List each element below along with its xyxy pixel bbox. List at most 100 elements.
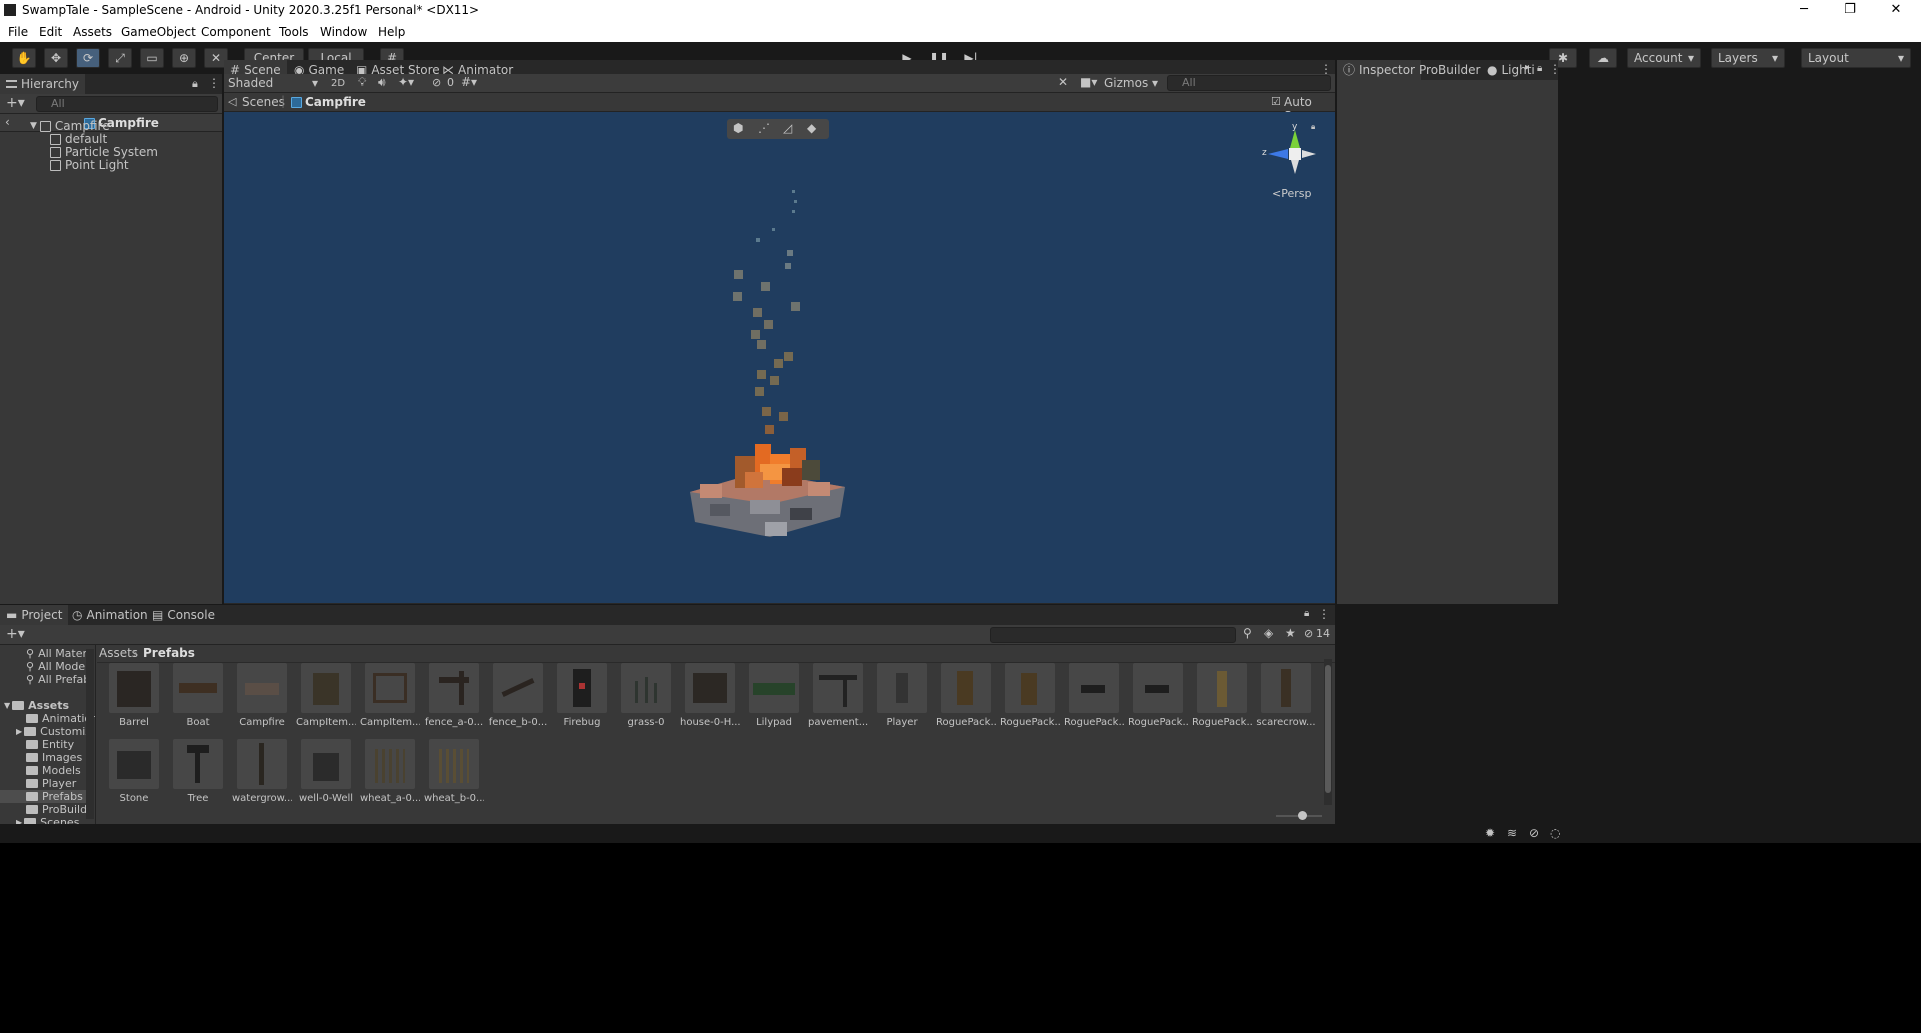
favorite-all-materials[interactable]: ⚲ All Materi xyxy=(26,647,90,660)
layout-dropdown[interactable]: Layout ▾ xyxy=(1801,48,1911,68)
asset-scarecrow[interactable]: scarecrow... xyxy=(1256,663,1316,728)
asset-pavement[interactable]: pavement... xyxy=(808,663,868,728)
breadcrumb-prefabs[interactable]: Prefabs xyxy=(143,646,195,660)
lighting-toggle-icon[interactable]: 💡︎ xyxy=(358,75,366,90)
asset-fence-a[interactable]: fence_a-0... xyxy=(424,663,484,728)
asset-roguepack-4[interactable]: RoguePack... xyxy=(1128,663,1188,728)
asset-lilypad[interactable]: Lilypad xyxy=(744,663,804,728)
asset-wheat-b[interactable]: wheat_b-0... xyxy=(424,739,484,804)
hidden-objects-icon[interactable]: ⊘ xyxy=(432,76,441,89)
scale-tool-icon[interactable]: ⤢ xyxy=(108,48,132,68)
expand-arrow-icon[interactable]: ▶ xyxy=(16,725,22,738)
tree-folder-probuilder[interactable]: ProBuilde xyxy=(26,803,94,816)
menu-assets[interactable]: Assets xyxy=(73,25,112,39)
hand-tool-icon[interactable]: ✋ xyxy=(12,48,36,68)
asset-campfire[interactable]: Campfire xyxy=(232,663,292,728)
lock-icon[interactable]: 🔒︎ xyxy=(1537,63,1542,74)
minimize-button[interactable]: ─ xyxy=(1781,0,1827,22)
create-plus-icon[interactable]: +▾ xyxy=(6,95,25,111)
probuilder-edge-icon[interactable]: ◿ xyxy=(783,121,792,135)
scrollbar-thumb[interactable] xyxy=(1325,665,1331,793)
probuilder-face-icon[interactable]: ◆ xyxy=(807,121,816,135)
more-menu-icon[interactable]: ⋮ xyxy=(208,76,220,90)
tab-lighting[interactable]: ● Lighti xyxy=(1481,60,1541,80)
asset-boat[interactable]: Boat xyxy=(168,663,228,728)
lock-icon[interactable]: 🔒︎ xyxy=(1311,122,1315,132)
asset-wheat-a[interactable]: wheat_a-0... xyxy=(360,739,420,804)
menu-file[interactable]: File xyxy=(8,25,28,39)
cloud-icon[interactable]: ☁ xyxy=(1589,48,1617,68)
transform-tool-icon[interactable]: ⊕ xyxy=(172,48,196,68)
tab-inspector[interactable]: ⓘ Inspector xyxy=(1337,60,1421,80)
tools-icon[interactable]: ✕ xyxy=(1058,75,1068,89)
camera-icon[interactable]: ■▾ xyxy=(1080,75,1097,89)
asset-roguepack-2[interactable]: RoguePack... xyxy=(1000,663,1060,728)
filter-type-icon[interactable]: ⚲ xyxy=(1243,626,1252,640)
shading-mode-dropdown[interactable]: Shaded ▾ xyxy=(226,75,322,92)
campfire-model[interactable] xyxy=(690,442,850,542)
move-tool-icon[interactable]: ✥ xyxy=(44,48,68,68)
auto-generate-lighting-icon[interactable]: ⊘ xyxy=(1529,826,1539,840)
lock-icon[interactable]: 🔒︎ xyxy=(1304,608,1309,619)
favorite-all-models[interactable]: ⚲ All Model xyxy=(26,660,88,673)
asset-campitem-1[interactable]: CampItem... xyxy=(296,663,356,728)
asset-roguepack-1[interactable]: RoguePack... xyxy=(936,663,996,728)
asset-campitem-2[interactable]: CampItem... xyxy=(360,663,420,728)
bug-report-icon[interactable]: ✹ xyxy=(1485,826,1495,840)
grid-toggle-icon[interactable]: #▾ xyxy=(461,75,477,89)
thumbnail-size-slider[interactable] xyxy=(1276,811,1322,820)
asset-firebug[interactable]: Firebug xyxy=(552,663,612,728)
favorite-star-icon[interactable]: ★ xyxy=(1285,626,1296,640)
menu-window[interactable]: Window xyxy=(320,25,367,39)
close-button[interactable]: ✕ xyxy=(1873,0,1919,22)
tree-root-assets[interactable]: ▼ Assets xyxy=(4,699,69,712)
back-arrow-icon[interactable]: ◁ xyxy=(228,95,236,108)
favorite-all-prefabs[interactable]: ⚲ All Prefab xyxy=(26,673,90,686)
audio-toggle-icon[interactable]: 🔊︎ xyxy=(378,75,386,90)
more-menu-icon[interactable]: ⋮ xyxy=(1318,607,1330,621)
asset-tree[interactable]: Tree xyxy=(168,739,228,804)
tree-folder-images[interactable]: Images xyxy=(26,751,82,764)
menu-tools[interactable]: Tools xyxy=(279,25,309,39)
tab-animation[interactable]: ◷ Animation xyxy=(66,605,154,625)
tab-probuilder[interactable]: ProBuilder xyxy=(1413,60,1486,80)
tab-overflow-icon[interactable]: ▸ xyxy=(1525,62,1530,73)
settings-status-icon[interactable]: ◌ xyxy=(1550,826,1560,840)
rect-tool-icon[interactable]: ▭ xyxy=(140,48,164,68)
axis-neg-y-cone[interactable] xyxy=(1291,160,1299,174)
layers-dropdown[interactable]: Layers ▾ xyxy=(1711,48,1785,68)
asset-house[interactable]: house-0-H... xyxy=(680,663,740,728)
asset-grid-scrollbar[interactable] xyxy=(1324,659,1332,805)
tab-hierarchy[interactable]: Hierarchy xyxy=(0,74,86,94)
asset-stone[interactable]: Stone xyxy=(104,739,164,804)
probuilder-object-icon[interactable]: ⬢ xyxy=(733,121,743,135)
tree-folder-scenes[interactable]: ▶ Scenes xyxy=(16,816,79,824)
asset-well[interactable]: well-0-Well xyxy=(296,739,356,804)
create-plus-icon[interactable]: +▾ xyxy=(6,626,25,642)
breadcrumb-campfire[interactable]: Campfire xyxy=(305,95,366,109)
asset-player[interactable]: Player xyxy=(872,663,932,728)
menu-help[interactable]: Help xyxy=(378,25,405,39)
tree-folder-player[interactable]: Player xyxy=(26,777,76,790)
checkbox-checked-icon[interactable]: ☑ xyxy=(1271,95,1281,108)
progress-stack-icon[interactable]: ≋ xyxy=(1507,826,1517,840)
filter-label-icon[interactable]: ◈ xyxy=(1264,626,1273,640)
asset-barrel[interactable]: Barrel xyxy=(104,663,164,728)
slider-thumb[interactable] xyxy=(1298,811,1307,820)
rotate-tool-icon[interactable]: ⟳ xyxy=(76,48,100,68)
tree-folder-entity[interactable]: Entity xyxy=(26,738,74,751)
hierarchy-row-point-light[interactable]: Point Light xyxy=(0,157,222,173)
axis-x-cone[interactable] xyxy=(1302,150,1316,158)
asset-roguepack-5[interactable]: RoguePack... xyxy=(1192,663,1252,728)
toggle-2d-button[interactable]: 2D xyxy=(327,75,349,92)
tab-console[interactable]: ▤ Console xyxy=(146,605,221,625)
tree-folder-models[interactable]: Models xyxy=(26,764,81,777)
expand-arrow-icon[interactable]: ▶ xyxy=(16,816,22,824)
account-dropdown[interactable]: Account ▾ xyxy=(1627,48,1701,68)
scene-viewport[interactable]: ⬢ ⋰ ◿ ◆ y z 🔒︎ <Persp xyxy=(224,112,1335,603)
gizmos-dropdown[interactable]: Gizmos ▾ xyxy=(1104,75,1162,92)
axis-z-cone[interactable] xyxy=(1268,149,1288,159)
asset-watergrowth[interactable]: watergrow... xyxy=(232,739,292,804)
tab-project[interactable]: ▬ Project xyxy=(0,605,69,625)
more-menu-icon[interactable]: ⋮ xyxy=(1549,62,1561,76)
